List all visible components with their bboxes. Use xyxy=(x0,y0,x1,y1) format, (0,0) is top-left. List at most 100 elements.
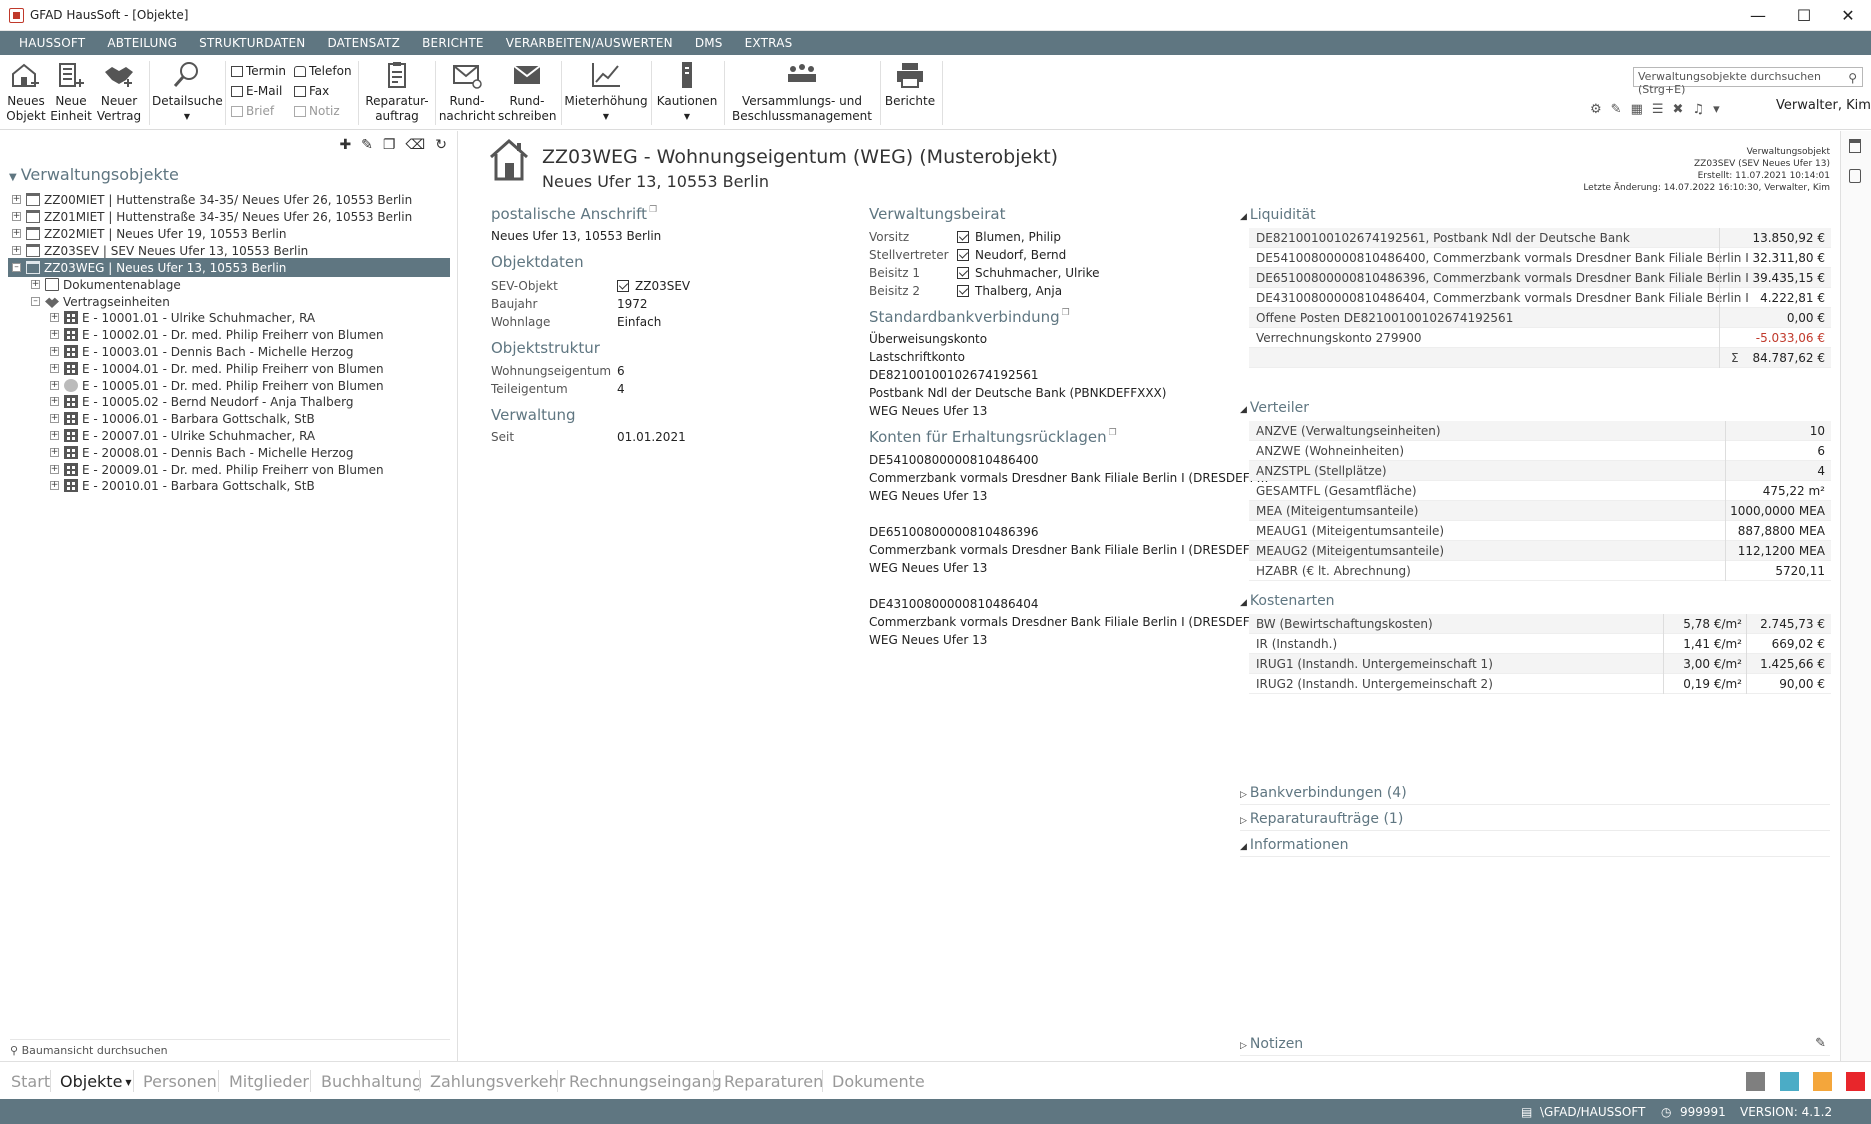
menu-abteilung[interactable]: ABTEILUNG xyxy=(96,36,188,50)
berichte-button[interactable]: Berichte xyxy=(883,55,937,130)
database-icon[interactable]: ☰ xyxy=(1652,102,1664,117)
mieterhoehung-button[interactable]: Mieterhöhung ▼ xyxy=(564,55,648,130)
object-search-input[interactable]: Verwaltungsobjekte durchsuchen (Strg+E) … xyxy=(1633,67,1863,96)
notiz-button[interactable]: Notiz xyxy=(294,104,340,118)
liquiditaet-heading[interactable]: ◢ Liquidität xyxy=(1240,207,1316,223)
verteiler-heading[interactable]: ◢ Verteiler xyxy=(1240,400,1309,416)
telefon-button[interactable]: Telefon xyxy=(294,64,352,78)
tools-icon[interactable]: ✖ xyxy=(1673,102,1684,117)
expand-icon[interactable]: + xyxy=(31,280,40,289)
beisitz2-value[interactable]: Thalberg, Anja xyxy=(957,284,1062,298)
tree-unit-item[interactable]: + E - 20010.01 - Barbara Gottschalk, StB xyxy=(50,476,450,495)
termin-button[interactable]: Termin xyxy=(231,64,286,78)
tree-search-input[interactable]: ⚲ Baumansicht durchsuchen xyxy=(10,1039,450,1059)
detail-search-button[interactable]: Detailsuche ▼ xyxy=(152,55,223,130)
nav-tab-dokumente[interactable]: Dokumente xyxy=(832,1072,925,1091)
expand-icon[interactable]: + xyxy=(12,246,21,255)
close-button[interactable]: ✕ xyxy=(1825,0,1871,31)
edit-note-icon[interactable]: ✎ xyxy=(1815,1036,1826,1051)
bank-line: Lastschriftkonto xyxy=(869,350,965,364)
repair-order-button[interactable]: Reparatur- auftrag xyxy=(362,55,432,130)
nav-tab-objekte[interactable]: Objekte ▼ xyxy=(60,1072,132,1091)
edit-form-icon[interactable]: ✎ xyxy=(1611,102,1622,117)
expand-icon[interactable]: + xyxy=(50,481,59,490)
expand-icon[interactable]: + xyxy=(50,330,59,339)
vorsitz-value[interactable]: Blumen, Philip xyxy=(957,230,1061,244)
copy-icon[interactable]: ❐ xyxy=(1062,308,1070,318)
house-icon xyxy=(490,138,528,181)
nav-tab-reparaturen[interactable]: Reparaturen xyxy=(724,1072,823,1091)
nav-tab-start[interactable]: Start xyxy=(11,1072,50,1091)
phone-icon xyxy=(294,65,306,77)
rundschreiben-button[interactable]: Rund- schreiben xyxy=(498,55,556,130)
expand-icon[interactable]: + xyxy=(12,229,21,238)
expand-icon[interactable]: + xyxy=(50,397,59,406)
menu-berichte[interactable]: BERICHTE xyxy=(411,36,495,50)
reparaturauftraege-panel[interactable]: ▷ Reparaturaufträge (1) xyxy=(1240,811,1830,831)
versammlung-button[interactable]: Versammlungs- und Beschlussmanagement xyxy=(727,55,877,130)
collapse-icon[interactable]: – xyxy=(12,263,21,272)
nav-tab-rechnungseingang[interactable]: Rechnungseingang xyxy=(569,1072,722,1091)
calculator-icon[interactable]: ▦ xyxy=(1631,102,1643,117)
theme-red-button[interactable] xyxy=(1846,1072,1865,1091)
kautionen-button[interactable]: Kautionen ▼ xyxy=(654,55,720,130)
nav-tab-mitglieder[interactable]: Mitglieder xyxy=(229,1072,309,1091)
menu-verarbeiten[interactable]: VERARBEITEN/AUSWERTEN xyxy=(495,36,684,50)
expand-icon[interactable]: + xyxy=(50,347,59,356)
expand-icon[interactable]: + xyxy=(50,364,59,373)
informationen-panel[interactable]: ◢ Informationen xyxy=(1240,837,1830,857)
refresh-icon[interactable]: ↻ xyxy=(435,137,447,153)
properties-icon[interactable] xyxy=(1849,139,1861,153)
nav-tab-zahlungsverkehr[interactable]: Zahlungsverkehr xyxy=(430,1072,565,1091)
menu-strukturdaten[interactable]: STRUKTURDATEN xyxy=(188,36,316,50)
menu-datensatz[interactable]: DATENSATZ xyxy=(316,36,411,50)
notizen-panel[interactable]: ▷ Notizen ✎ xyxy=(1240,1036,1830,1056)
rundnachricht-button[interactable]: Rund- nachricht xyxy=(438,55,496,130)
new-object-button[interactable]: Neues Objekt xyxy=(4,55,48,130)
menu-extras[interactable]: EXTRAS xyxy=(734,36,804,50)
new-contract-button[interactable]: Neuer Vertrag xyxy=(94,55,144,130)
fax-button[interactable]: Fax xyxy=(294,84,329,98)
edit-icon[interactable]: ✎ xyxy=(361,137,373,153)
attachment-icon[interactable] xyxy=(1849,169,1861,183)
copy-icon[interactable]: ❐ xyxy=(1109,428,1117,438)
maximize-button[interactable]: ☐ xyxy=(1781,0,1827,31)
expand-icon[interactable]: + xyxy=(50,465,59,474)
bankverbindungen-panel[interactable]: ▷ Bankverbindungen (4) xyxy=(1240,785,1830,805)
menu-dms[interactable]: DMS xyxy=(684,36,734,50)
tree-title[interactable]: ▼ Verwaltungsobjekte xyxy=(9,165,179,184)
expand-icon[interactable]: + xyxy=(12,195,21,204)
column-divider xyxy=(1719,228,1720,368)
add-icon[interactable]: ✚ xyxy=(339,137,351,153)
email-button[interactable]: E-Mail xyxy=(231,84,282,98)
megaphone-icon[interactable]: ♫ xyxy=(1692,102,1704,117)
expand-triangle-icon: ▷ xyxy=(1240,790,1247,800)
theme-gray-button[interactable] xyxy=(1746,1072,1765,1091)
expand-icon[interactable]: + xyxy=(50,313,59,322)
gear-icon[interactable]: ⚙ xyxy=(1590,102,1602,117)
new-unit-button[interactable]: Neue Einheit xyxy=(49,55,93,130)
expand-icon[interactable]: + xyxy=(12,212,21,221)
delete-icon[interactable]: ⌫ xyxy=(405,137,425,153)
nav-tab-personen[interactable]: Personen xyxy=(143,1072,217,1091)
menu-haussoft[interactable]: HAUSSOFT xyxy=(8,36,96,50)
user-switch-icon[interactable]: ▾ xyxy=(1713,102,1720,117)
nav-tab-buchhaltung[interactable]: Buchhaltung xyxy=(321,1072,422,1091)
expand-icon[interactable]: + xyxy=(50,431,59,440)
current-user[interactable]: Verwalter, Kim xyxy=(1776,98,1871,113)
expand-icon[interactable]: + xyxy=(50,448,59,457)
collapse-icon[interactable]: – xyxy=(31,297,40,306)
beisitz1-value[interactable]: Schuhmacher, Ulrike xyxy=(957,266,1100,280)
expand-icon[interactable]: + xyxy=(50,414,59,423)
sev-value[interactable]: ZZ03SEV xyxy=(617,279,690,293)
brief-button[interactable]: Brief xyxy=(231,104,274,118)
theme-blue-button[interactable] xyxy=(1780,1072,1799,1091)
kostenarten-heading[interactable]: ◢ Kostenarten xyxy=(1240,593,1335,609)
expand-icon[interactable]: + xyxy=(50,381,59,390)
stellvertreter-value[interactable]: Neudorf, Bernd xyxy=(957,248,1066,262)
theme-orange-button[interactable] xyxy=(1813,1072,1832,1091)
printer-icon xyxy=(897,63,923,88)
minimize-button[interactable]: — xyxy=(1735,0,1781,31)
copy-icon[interactable]: ❐ xyxy=(383,137,396,153)
copy-icon[interactable]: ❐ xyxy=(649,205,657,215)
